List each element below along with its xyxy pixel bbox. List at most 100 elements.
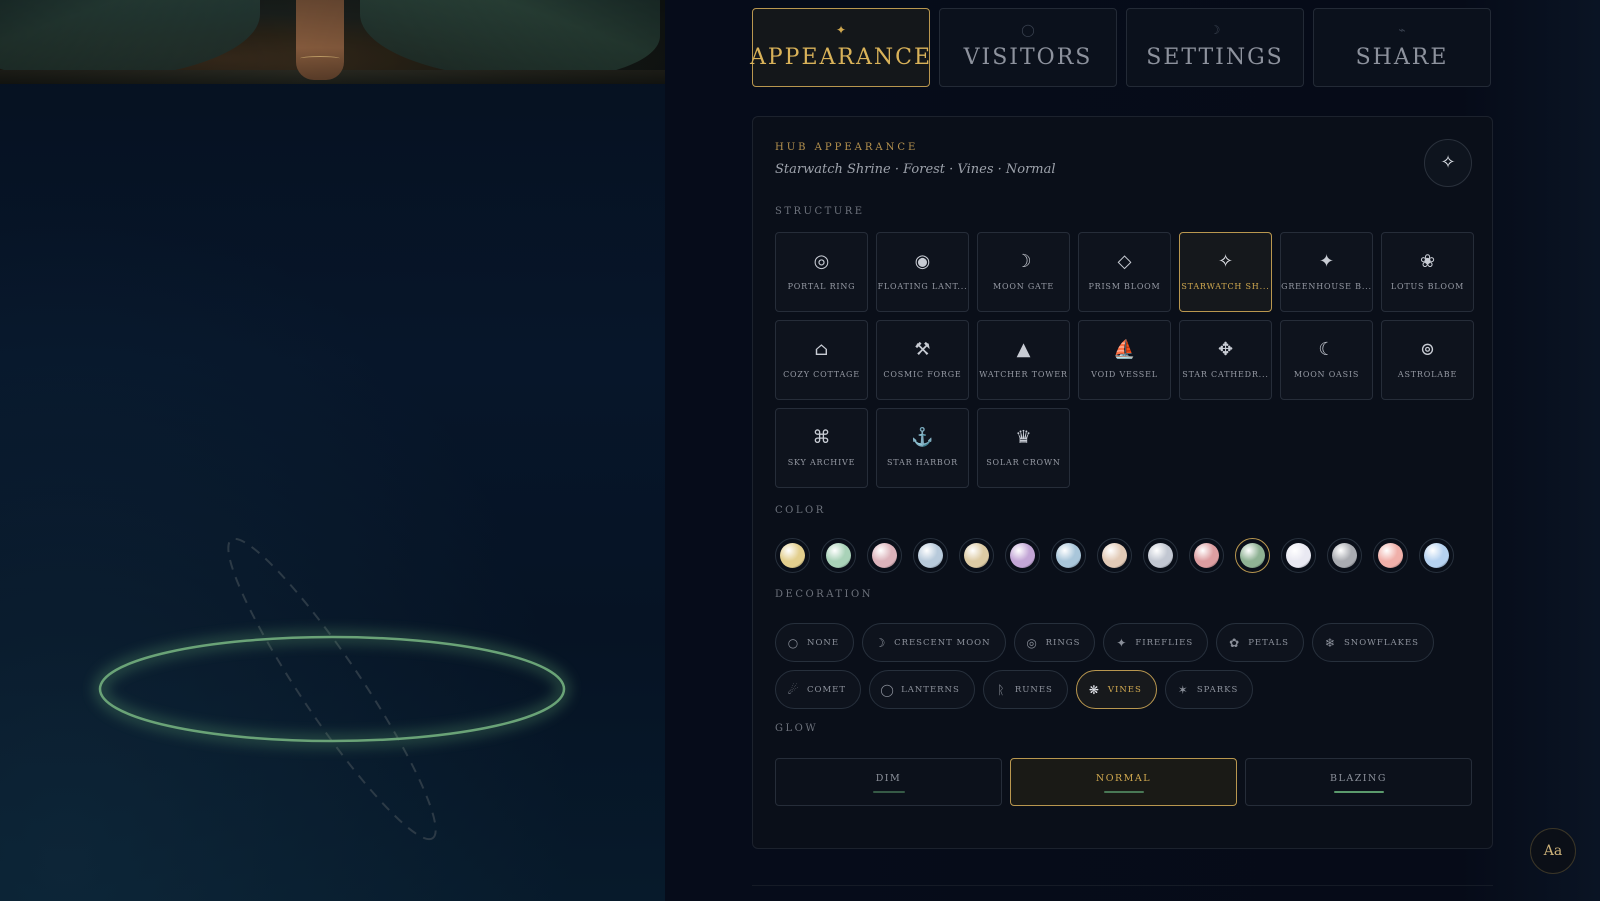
structure-card-sky-archive[interactable]: ⌘ SKY ARCHIVE <box>775 408 868 488</box>
structure-card-solar-crown[interactable]: ♛ SOLAR CROWN <box>977 408 1070 488</box>
decoration-chip-lanterns[interactable]: ◯ LANTERNS <box>869 670 975 709</box>
moon-gate-icon: ☽ <box>1015 251 1032 272</box>
panel-title: HUB APPEARANCE <box>775 142 919 153</box>
color-swatch-1[interactable] <box>775 538 810 573</box>
glow-level-bar <box>872 791 905 793</box>
sparkle-icon: ✧ <box>1440 152 1456 173</box>
color-swatch-15[interactable] <box>1419 538 1454 573</box>
structure-label: GREENHOUSE B... <box>1281 282 1372 291</box>
lanterns-icon: ◯ <box>880 682 894 697</box>
settings-icon: ☽ <box>1209 23 1221 37</box>
color-swatch-10[interactable] <box>1189 538 1224 573</box>
decoration-chip-none[interactable]: ○ NONE <box>775 623 855 662</box>
color-swatch-3[interactable] <box>867 538 902 573</box>
color-swatch-4[interactable] <box>913 538 948 573</box>
color-swatch-5[interactable] <box>959 538 994 573</box>
petals-icon: ✿ <box>1229 635 1240 650</box>
swatch-fill <box>1378 543 1403 568</box>
decoration-chip-crescent-moon[interactable]: ☽ CRESCENT MOON <box>862 623 1006 662</box>
structure-card-star-cathedr[interactable]: ✥ STAR CATHEDR... <box>1179 320 1272 400</box>
structure-label: PORTAL RING <box>787 282 856 291</box>
font-settings-button[interactable]: Aa <box>1530 828 1576 874</box>
structure-label: ASTROLABE <box>1397 370 1458 379</box>
hub-appearance-panel: HUB APPEARANCE Starwatch Shrine · Forest… <box>752 116 1493 849</box>
structure-label: STARWATCH SH... <box>1181 282 1270 291</box>
randomize-button[interactable]: ✧ <box>1424 139 1472 187</box>
decoration-chip-snowflakes[interactable]: ❄ SNOWFLAKES <box>1311 623 1434 662</box>
divider <box>752 885 1493 886</box>
structure-card-floating-lant[interactable]: ◉ FLOATING LANT... <box>876 232 969 312</box>
color-swatch-14[interactable] <box>1373 538 1408 573</box>
decoration-label: FIREFLIES <box>1135 637 1194 648</box>
tab-share[interactable]: ⌁ SHARE <box>1313 8 1491 87</box>
structure-label: FLOATING LANT... <box>877 282 968 291</box>
structure-label: PRISM BLOOM <box>1088 282 1161 291</box>
structure-card-moon-gate[interactable]: ☽ MOON GATE <box>977 232 1070 312</box>
glow-level-bar <box>1333 791 1384 793</box>
star-cathedr-icon: ✥ <box>1217 339 1234 360</box>
glow-dim-button[interactable]: DIM <box>775 758 1002 806</box>
structure-card-portal-ring[interactable]: ◎ PORTAL RING <box>775 232 868 312</box>
structure-label: WATCHER TOWER <box>979 370 1068 379</box>
structure-card-starwatch-sh[interactable]: ✧ STARWATCH SH... <box>1179 232 1272 312</box>
structure-card-moon-oasis[interactable]: ☾ MOON OASIS <box>1280 320 1373 400</box>
structure-card-lotus-bloom[interactable]: ❀ LOTUS BLOOM <box>1381 232 1474 312</box>
tab-visitors[interactable]: ◯ VISITORS <box>939 8 1117 87</box>
glow-label: BLAZING <box>1330 773 1387 784</box>
color-swatches <box>775 538 1454 573</box>
decoration-label: SNOWFLAKES <box>1343 637 1419 648</box>
structure-card-astrolabe[interactable]: ⊚ ASTROLABE <box>1381 320 1474 400</box>
panel-subtitle: Starwatch Shrine · Forest · Vines · Norm… <box>775 162 1056 177</box>
decoration-chip-runes[interactable]: ᚱ RUNES <box>982 670 1068 709</box>
comet-icon: ☄ <box>787 682 799 697</box>
structure-card-cosmic-forge[interactable]: ⚒ COSMIC FORGE <box>876 320 969 400</box>
color-swatch-13[interactable] <box>1327 538 1362 573</box>
tab-label: SETTINGS <box>1146 45 1284 70</box>
color-swatch-9[interactable] <box>1143 538 1178 573</box>
structure-card-greenhouse-b[interactable]: ✦ GREENHOUSE B... <box>1280 232 1373 312</box>
color-swatch-8[interactable] <box>1097 538 1132 573</box>
decoration-chip-petals[interactable]: ✿ PETALS <box>1216 623 1304 662</box>
moon-oasis-icon: ☾ <box>1318 339 1335 360</box>
solar-crown-icon: ♛ <box>1015 427 1032 448</box>
decoration-label: VINES <box>1107 684 1142 695</box>
swatch-fill <box>1194 543 1219 568</box>
color-swatch-7[interactable] <box>1051 538 1086 573</box>
portal-ring <box>98 635 566 743</box>
decoration-chip-vines[interactable]: ❋ VINES <box>1075 670 1157 709</box>
color-swatch-12[interactable] <box>1281 538 1316 573</box>
swatch-fill <box>964 543 989 568</box>
decoration-chip-comet[interactable]: ☄ COMET <box>775 670 862 709</box>
structure-label: STAR CATHEDR... <box>1182 370 1269 379</box>
swatch-fill <box>1332 543 1357 568</box>
color-swatch-2[interactable] <box>821 538 856 573</box>
decoration-label: LANTERNS <box>901 684 960 695</box>
structure-card-cozy-cottage[interactable]: ⌂ COZY COTTAGE <box>775 320 868 400</box>
swatch-fill <box>1010 543 1035 568</box>
decoration-chip-rings[interactable]: ◎ RINGS <box>1013 623 1096 662</box>
artwork-painting <box>0 0 665 84</box>
color-label: COLOR <box>775 505 826 516</box>
sparks-icon: ✶ <box>1177 682 1188 697</box>
astrolabe-icon: ⊚ <box>1419 339 1436 360</box>
none-icon: ○ <box>787 635 799 650</box>
decoration-chip-fireflies[interactable]: ✦ FIREFLIES <box>1103 623 1209 662</box>
glow-normal-button[interactable]: NORMAL <box>1010 758 1237 806</box>
structure-card-star-harbor[interactable]: ⚓ STAR HARBOR <box>876 408 969 488</box>
glow-blazing-button[interactable]: BLAZING <box>1245 758 1472 806</box>
vines-icon: ❋ <box>1088 682 1099 697</box>
structure-card-prism-bloom[interactable]: ◇ PRISM BLOOM <box>1078 232 1171 312</box>
fireflies-icon: ✦ <box>1116 635 1127 650</box>
structure-card-watcher-tower[interactable]: ▲ WATCHER TOWER <box>977 320 1070 400</box>
tab-appearance[interactable]: ✦ APPEARANCE <box>750 8 930 87</box>
color-swatch-11[interactable] <box>1235 538 1270 573</box>
orbit-ring-dashed <box>227 537 437 841</box>
decoration-chip-sparks[interactable]: ✶ SPARKS <box>1164 670 1254 709</box>
structure-card-void-vessel[interactable]: ⛵ VOID VESSEL <box>1078 320 1171 400</box>
swatch-fill <box>1056 543 1081 568</box>
color-swatch-6[interactable] <box>1005 538 1040 573</box>
crescent-moon-icon: ☽ <box>874 635 886 650</box>
tab-settings[interactable]: ☽ SETTINGS <box>1126 8 1304 87</box>
structure-label: MOON OASIS <box>1293 370 1360 379</box>
sky-archive-icon: ⌘ <box>812 427 831 448</box>
